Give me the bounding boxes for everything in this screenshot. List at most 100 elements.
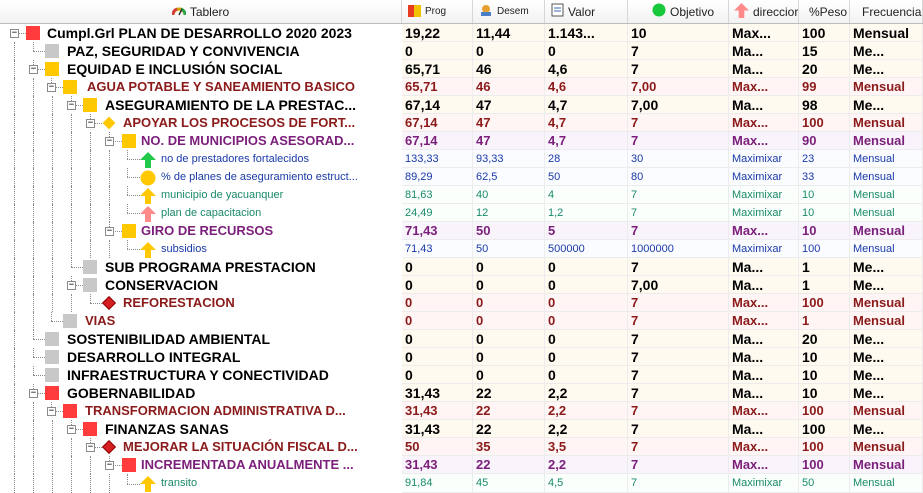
indicator-name: SOSTENIBILIDAD AMBIENTAL	[67, 331, 270, 347]
collapse-toggle-icon[interactable]: −	[47, 83, 56, 92]
tree-row[interactable]: plan de capacitacion 24,49 12 1,2 7 Maximixar…	[0, 204, 923, 222]
tree-row[interactable]: INFRAESTRUCTURA Y CONECTIVIDAD 0 0 0 7 Ma... 1…	[0, 366, 923, 384]
collapse-toggle-icon[interactable]: −	[67, 425, 76, 434]
tree-row[interactable]: − AGUA POTABLE Y SANEAMIENTO BASICO 65,71 4…	[0, 78, 923, 96]
tree-connector	[33, 51, 45, 52]
cell-objetivo: 7	[628, 420, 729, 438]
cell-prog: 0	[402, 42, 473, 60]
yellow-square-icon	[63, 80, 77, 94]
cell-desem: 0	[473, 348, 545, 366]
cell-peso: 10	[799, 348, 850, 366]
col-header-desem[interactable]: Desem	[473, 0, 545, 23]
tree-connector	[14, 240, 15, 258]
collapse-toggle-icon[interactable]: −	[67, 281, 76, 290]
cell-prog: 19,22	[402, 24, 473, 42]
cell-prog: 65,71	[402, 60, 473, 78]
cell-valor: 3,5	[545, 438, 628, 456]
col-header-frecuencia-label: Frecuencia	[862, 4, 922, 19]
tree-row[interactable]: − ASEGURAMIENTO DE LA PRESTAC... 67,14 47 4,…	[0, 96, 923, 114]
tree-connector	[33, 168, 34, 186]
tree-row[interactable]: − MEJORAR LA SITUACIÓN FISCAL D... 50 35 3,5…	[0, 438, 923, 456]
col-header-tablero[interactable]: Tablero	[0, 0, 402, 23]
cell-frec: Mensual	[850, 456, 923, 474]
tree-connector	[127, 484, 140, 485]
tree-row[interactable]: VIAS 0 0 0 7 Max... 1 Mensual	[0, 312, 923, 330]
indicator-name: APOYAR LOS PROCESOS DE FORT...	[123, 115, 356, 130]
cell-peso: 100	[799, 24, 850, 42]
cell-objetivo: 1000000	[628, 240, 729, 258]
cell-valor: 2,2	[545, 384, 628, 402]
cell-dir: Max...	[729, 114, 799, 132]
tree-row[interactable]: REFORESTACION 0 0 0 7 Max... 100 Mensual	[0, 294, 923, 312]
col-header-direccion[interactable]: direccior	[729, 0, 799, 23]
tree-connector	[14, 312, 15, 330]
cell-peso: 90	[799, 132, 850, 150]
tree-row[interactable]: − NO. DE MUNICIPIOS ASESORAD... 67,14 47 4,7…	[0, 132, 923, 150]
tree-row[interactable]: PAZ, SEGURIDAD Y CONVIVENCIA 0 0 0 7 Ma... 15 M…	[0, 42, 923, 60]
collapse-toggle-icon[interactable]: −	[86, 443, 95, 452]
tree-connector	[71, 204, 72, 222]
collapse-toggle-icon[interactable]: −	[10, 29, 19, 38]
tree-row[interactable]: − CONSERVACION 0 0 0 7,00 Ma... 1 Me...	[0, 276, 923, 294]
collapse-toggle-icon[interactable]: −	[105, 227, 114, 236]
cell-valor: 4,5	[545, 474, 628, 493]
tree-row[interactable]: − Cumpl.Grl PLAN DE DESARROLLO 2020 2023 1…	[0, 24, 923, 42]
tree-row[interactable]: subsidios 71,43 50 500000 1000000 Maximixar 10…	[0, 240, 923, 258]
tree-connector	[14, 222, 15, 240]
cell-prog: 89,29	[402, 168, 473, 186]
cell-desem: 50	[473, 222, 545, 240]
cell-dir: Ma...	[729, 384, 799, 402]
collapse-toggle-icon[interactable]: −	[29, 65, 38, 74]
tree-row[interactable]: − APOYAR LOS PROCESOS DE FORT... 67,14 47 4,…	[0, 114, 923, 132]
cell-dir: Maximixar	[729, 150, 799, 168]
cell-frec: Me...	[850, 276, 923, 294]
collapse-toggle-icon[interactable]: −	[67, 101, 76, 110]
tree-row[interactable]: SOSTENIBILIDAD AMBIENTAL 0 0 0 7 Ma... 20 Me...	[0, 330, 923, 348]
tree-row[interactable]: no de prestadores fortalecidos 133,33 93,3…	[0, 150, 923, 168]
col-header-valor[interactable]: Valor	[545, 0, 628, 23]
cell-frec: Mensual	[850, 168, 923, 186]
tree-connector	[127, 204, 128, 213]
cell-valor: 50	[545, 168, 628, 186]
col-header-peso[interactable]: %Peso	[799, 0, 850, 23]
col-header-objetivo[interactable]: Objetivo	[628, 0, 729, 23]
yellow-arrow-up-icon	[140, 476, 156, 493]
cell-desem: 40	[473, 186, 545, 204]
tree-connector	[33, 294, 34, 312]
tree-row[interactable]: − GOBERNABILIDAD 31,43 22 2,2 7 Ma... 10 Me...	[0, 384, 923, 402]
tree-cell: plan de capacitacion	[0, 204, 400, 222]
tree-connector	[14, 132, 15, 150]
performance-icon	[479, 3, 493, 20]
tree-row[interactable]: % de planes de aseguramiento estruct... 8…	[0, 168, 923, 186]
collapse-toggle-icon[interactable]: −	[86, 119, 95, 128]
tree-connector	[71, 438, 72, 456]
collapse-toggle-icon[interactable]: −	[47, 407, 56, 416]
tree-row[interactable]: − FINANZAS SANAS 31,43 22 2,2 7 Ma... 100 Me...	[0, 420, 923, 438]
tree-row[interactable]: DESARROLLO INTEGRAL 0 0 0 7 Ma... 10 Me...	[0, 348, 923, 366]
cell-objetivo: 80	[628, 168, 729, 186]
cell-frec: Mensual	[850, 150, 923, 168]
tree-row[interactable]: transito 91,84 45 4,5 7 Maximixar 50 Mensual	[0, 474, 923, 493]
collapse-toggle-icon[interactable]: −	[105, 137, 114, 146]
tree-connector	[90, 132, 91, 150]
red-square-icon	[63, 404, 77, 418]
cell-prog: 0	[402, 348, 473, 366]
tree-row[interactable]: − TRANSFORMACION ADMINISTRATIVA D... 31,43…	[0, 402, 923, 420]
cell-objetivo: 7	[628, 456, 729, 474]
collapse-toggle-icon[interactable]: −	[105, 461, 114, 470]
tree-connector	[14, 96, 15, 114]
tree-row[interactable]: SUB PROGRAMA PRESTACION 0 0 0 7 Ma... 1 Me...	[0, 258, 923, 276]
tree-connector	[90, 186, 91, 204]
tree-row[interactable]: − INCREMENTADA ANUALMENTE ... 31,43 22 2,2 7 M…	[0, 456, 923, 474]
cell-dir: Ma...	[729, 258, 799, 276]
cell-desem: 22	[473, 402, 545, 420]
cell-dir: Ma...	[729, 348, 799, 366]
col-header-prog[interactable]: Prog	[402, 0, 473, 23]
collapse-toggle-icon[interactable]: −	[29, 389, 38, 398]
tree-connector	[90, 150, 91, 168]
tree-row[interactable]: municipio de yacuanquer 81,63 40 4 7 Maximixa…	[0, 186, 923, 204]
col-header-frecuencia[interactable]: Frecuencia	[850, 0, 923, 23]
tree-row[interactable]: − GIRO DE RECURSOS 71,43 50 5 7 Max... 10 Mensua…	[0, 222, 923, 240]
tree-row[interactable]: − EQUIDAD E INCLUSIÓN SOCIAL 65,71 46 4,6 7 Ma…	[0, 60, 923, 78]
tree-cell: % de planes de aseguramiento estruct...	[0, 168, 400, 186]
